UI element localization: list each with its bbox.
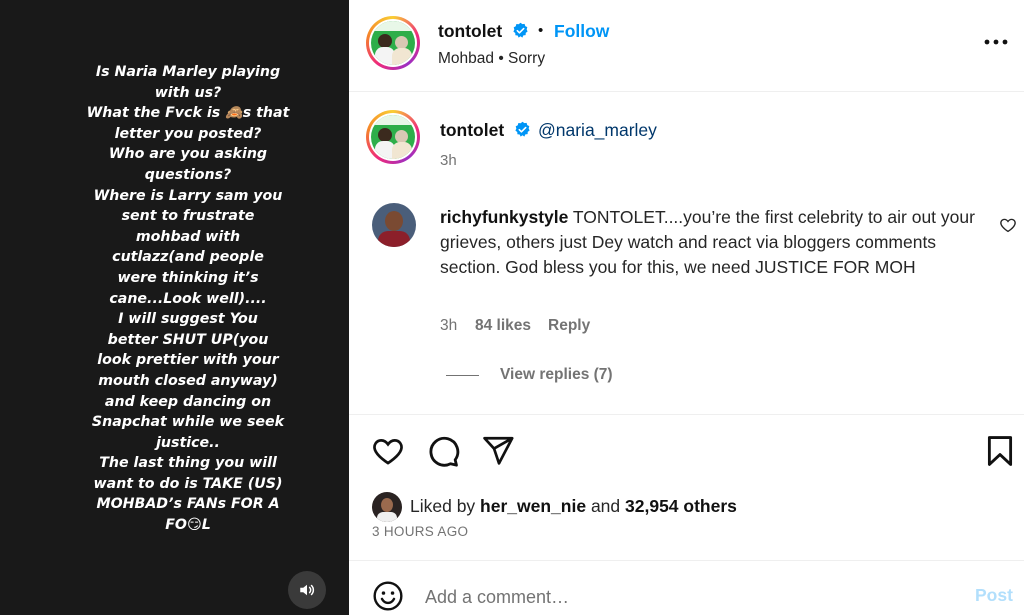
section-divider [349, 414, 1024, 415]
story-line: were thinking it’s [117, 269, 259, 286]
story-line: mouth closed anyway) [98, 372, 278, 389]
story-line: justice.. [156, 434, 220, 451]
verified-badge-icon [515, 121, 530, 137]
bookmark-icon[interactable] [983, 434, 1017, 468]
liked-by-middle: and [586, 496, 626, 516]
avatar-image [371, 115, 415, 159]
more-horizontal-icon [984, 39, 1008, 45]
post-header: tontolet • Follow Mohbad • Sorry [349, 0, 1024, 92]
share-icon[interactable] [481, 434, 515, 468]
liked-by-others[interactable]: 32,954 others [625, 496, 737, 516]
post-date[interactable]: 3 HOURS AGO [372, 524, 468, 539]
comment-body: richyfunkystyle TONTOLET....you’re the f… [440, 205, 980, 280]
heart-icon[interactable] [371, 434, 405, 468]
more-options-button[interactable] [982, 30, 1010, 54]
commenter-avatar[interactable] [372, 203, 416, 247]
story-line: Where is Larry sam you [93, 187, 283, 204]
liker-avatar[interactable] [372, 492, 402, 522]
story-line: FO😏L [165, 517, 211, 534]
story-line: Snapchat while we seek [91, 414, 285, 431]
story-line: letter you posted? [114, 125, 262, 142]
caption-time[interactable]: 3h [440, 152, 457, 169]
header-avatar[interactable] [366, 16, 420, 70]
story-line: want to do is TAKE (US) [93, 475, 283, 492]
story-line: Is Naria Marley playing [95, 64, 281, 80]
speaker-icon [300, 584, 315, 596]
story-line: questions? [144, 166, 232, 183]
caption-username[interactable]: tontolet [440, 120, 504, 141]
comment-reply-button[interactable]: Reply [548, 317, 590, 335]
story-text: Is Naria Marley playing with us? What the … [84, 62, 292, 536]
follow-button[interactable]: Follow [554, 21, 609, 42]
liked-by-text[interactable]: Liked by her_wen_nie and 32,954 others [410, 496, 737, 517]
comment-icon[interactable] [426, 434, 460, 468]
avatar-image [371, 21, 415, 65]
comment-time[interactable]: 3h [440, 317, 457, 335]
header-username[interactable]: tontolet [438, 21, 502, 42]
post-media[interactable]: Is Naria Marley playing with us? What the … [0, 0, 349, 615]
add-comment-input[interactable] [425, 583, 965, 611]
liked-by-user[interactable]: her_wen_nie [480, 496, 586, 516]
sound-toggle-button[interactable] [288, 571, 326, 609]
story-line: and keep dancing on [104, 393, 272, 410]
comment-like-heart-icon[interactable] [999, 216, 1017, 234]
replies-divider-line [446, 375, 479, 376]
story-line: I will suggest You [118, 311, 258, 328]
story-line: cutlazz(and people [112, 249, 264, 266]
emoji-icon[interactable] [372, 580, 404, 612]
caption-mention-link[interactable]: @naria_marley [538, 120, 657, 141]
comment-username[interactable]: richyfunkystyle [440, 207, 568, 227]
comment-likes-count[interactable]: 84 likes [475, 317, 531, 335]
header-separator: • [538, 22, 544, 39]
story-line: with us? [154, 84, 222, 101]
story-line: What the Fvck is 🙈s that [86, 105, 290, 122]
liked-by-prefix: Liked by [410, 496, 481, 516]
verified-badge-icon [513, 22, 528, 38]
story-line: better SHUT UP(you [107, 331, 269, 348]
story-line: look prettier with your [97, 352, 279, 369]
comment-bar-divider [349, 560, 1024, 561]
caption-avatar[interactable] [366, 110, 420, 164]
story-line: Who are you asking [108, 146, 268, 163]
view-replies-button[interactable]: View replies (7) [500, 366, 613, 384]
story-line: The last thing you will [99, 455, 277, 472]
story-line: sent to frustrate [121, 208, 255, 225]
story-line: mohbad with [135, 228, 241, 245]
story-line: cane...Look well).... [109, 290, 267, 307]
story-line: MOHBAD’s FANs FOR A [96, 496, 280, 513]
post-panel: tontolet • Follow Mohbad • Sorry tontole… [349, 0, 1024, 615]
header-subtitle[interactable]: Mohbad • Sorry [438, 50, 545, 68]
post-comment-button[interactable]: Post [975, 585, 1013, 606]
